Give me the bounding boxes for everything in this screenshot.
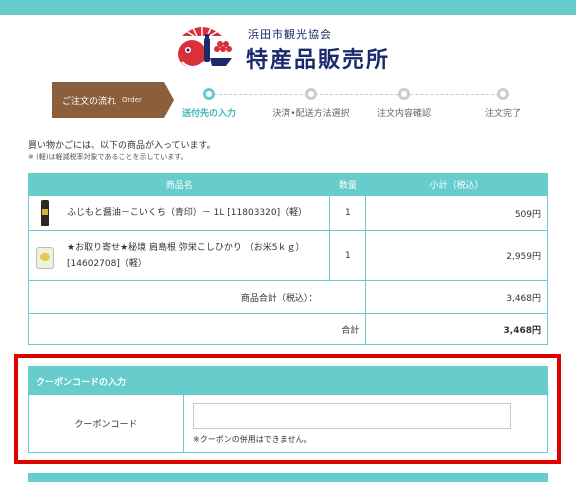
grand-total-row: 合計 3,468円 [27,313,548,345]
product-subtotal: 509円 [365,195,548,231]
step-dot-icon [203,88,215,100]
product-cell: ★お取り寄せ★秘境 肩島根 弥栄こしひかり （お米5ｋｇ）[14602708]（… [27,230,331,281]
col-header-subtotal: 小計（税込） [365,173,548,196]
product-qty: 1 [329,230,367,281]
rice-bag-icon[interactable] [35,243,55,269]
col-header-product: 商品名 [27,173,331,196]
coupon-section: クーポンコードの入力 クーポンコード ※クーポンの併用はできません。 [28,366,548,453]
product-cell: ふじもと醤油－こいくち（青印）－ 1L [11803320]（軽） [27,195,331,231]
product-qty: 1 [329,195,367,231]
step-dot-icon [398,88,410,100]
logo-title: 特産品販売所 [246,47,391,73]
next-section-header [28,473,548,482]
product-name: ★お取り寄せ★秘境 肩島根 弥栄こしひかり （お米5ｋｇ）[14602708]（… [67,242,305,269]
cart-header-row: 商品名 数量 小計（税込） [27,173,548,196]
items-total-label: 商品合計（税込）： [27,280,367,314]
coupon-note: ※クーポンの併用はできません。 [193,435,312,444]
coupon-heading: クーポンコードの入力 [29,367,547,395]
step-order-complete: 注文完了 [456,84,550,119]
step-label: 決済•配送方法選択 [272,109,350,119]
cart-table: 商品名 数量 小計（税込） ふじもと醤油－こいくち（青印）－ 1L [11803… [27,173,548,345]
reduced-tax-note: ※ (軽)は軽減税率対象であることを示しています。 [28,153,188,161]
table-row: ふじもと醤油－こいくち（青印）－ 1L [11803320]（軽） 1 509円 [27,195,548,231]
grand-total-label: 合計 [27,313,367,345]
order-flow-label-en: Order [122,96,142,104]
step-shipping-input: 送付先の入力 [162,84,256,119]
step-label: 送付先の入力 [181,109,236,119]
cart-intro-text: 買い物かごには、以下の商品が入っています。 [28,141,216,151]
logo-subtitle: 浜田市観光協会 [248,28,332,41]
step-dot-icon [497,88,509,100]
col-header-qty: 数量 [329,173,367,196]
coupon-code-label: クーポンコード [29,395,184,452]
order-flow-label: ご注文の流れ Order [52,82,174,118]
site-logo[interactable]: 浜田市観光協会 特産品販売所 [170,14,430,78]
coupon-code-input[interactable] [193,403,511,429]
step-order-confirm: 注文内容確認 [357,84,451,119]
soy-sauce-bottle-icon[interactable] [35,200,55,226]
product-subtotal: 2,959円 [365,230,548,281]
table-row: ★お取り寄せ★秘境 肩島根 弥栄こしひかり （お米5ｋｇ）[14602708]（… [27,230,548,281]
step-dot-icon [305,88,317,100]
top-accent-bar [0,0,576,15]
grand-total-value: 3,468円 [365,313,548,345]
order-flow-label-text: ご注文の流れ [62,96,117,107]
logo-mark-icon [178,22,232,68]
items-total-row: 商品合計（税込）： 3,468円 [27,280,548,314]
coupon-field-cell: ※クーポンの併用はできません。 [184,395,511,452]
coupon-row: クーポンコード ※クーポンの併用はできません。 [29,395,547,452]
order-steps: 送付先の入力 決済•配送方法選択 注文内容確認 注文完了 [172,84,550,119]
step-label: 注文内容確認 [376,109,431,119]
step-label: 注文完了 [484,109,521,119]
product-name: ふじもと醤油－こいくち（青印）－ 1L [11803320]（軽） [67,208,308,218]
step-payment-delivery: 決済•配送方法選択 [264,84,358,119]
items-total-value: 3,468円 [365,280,548,314]
